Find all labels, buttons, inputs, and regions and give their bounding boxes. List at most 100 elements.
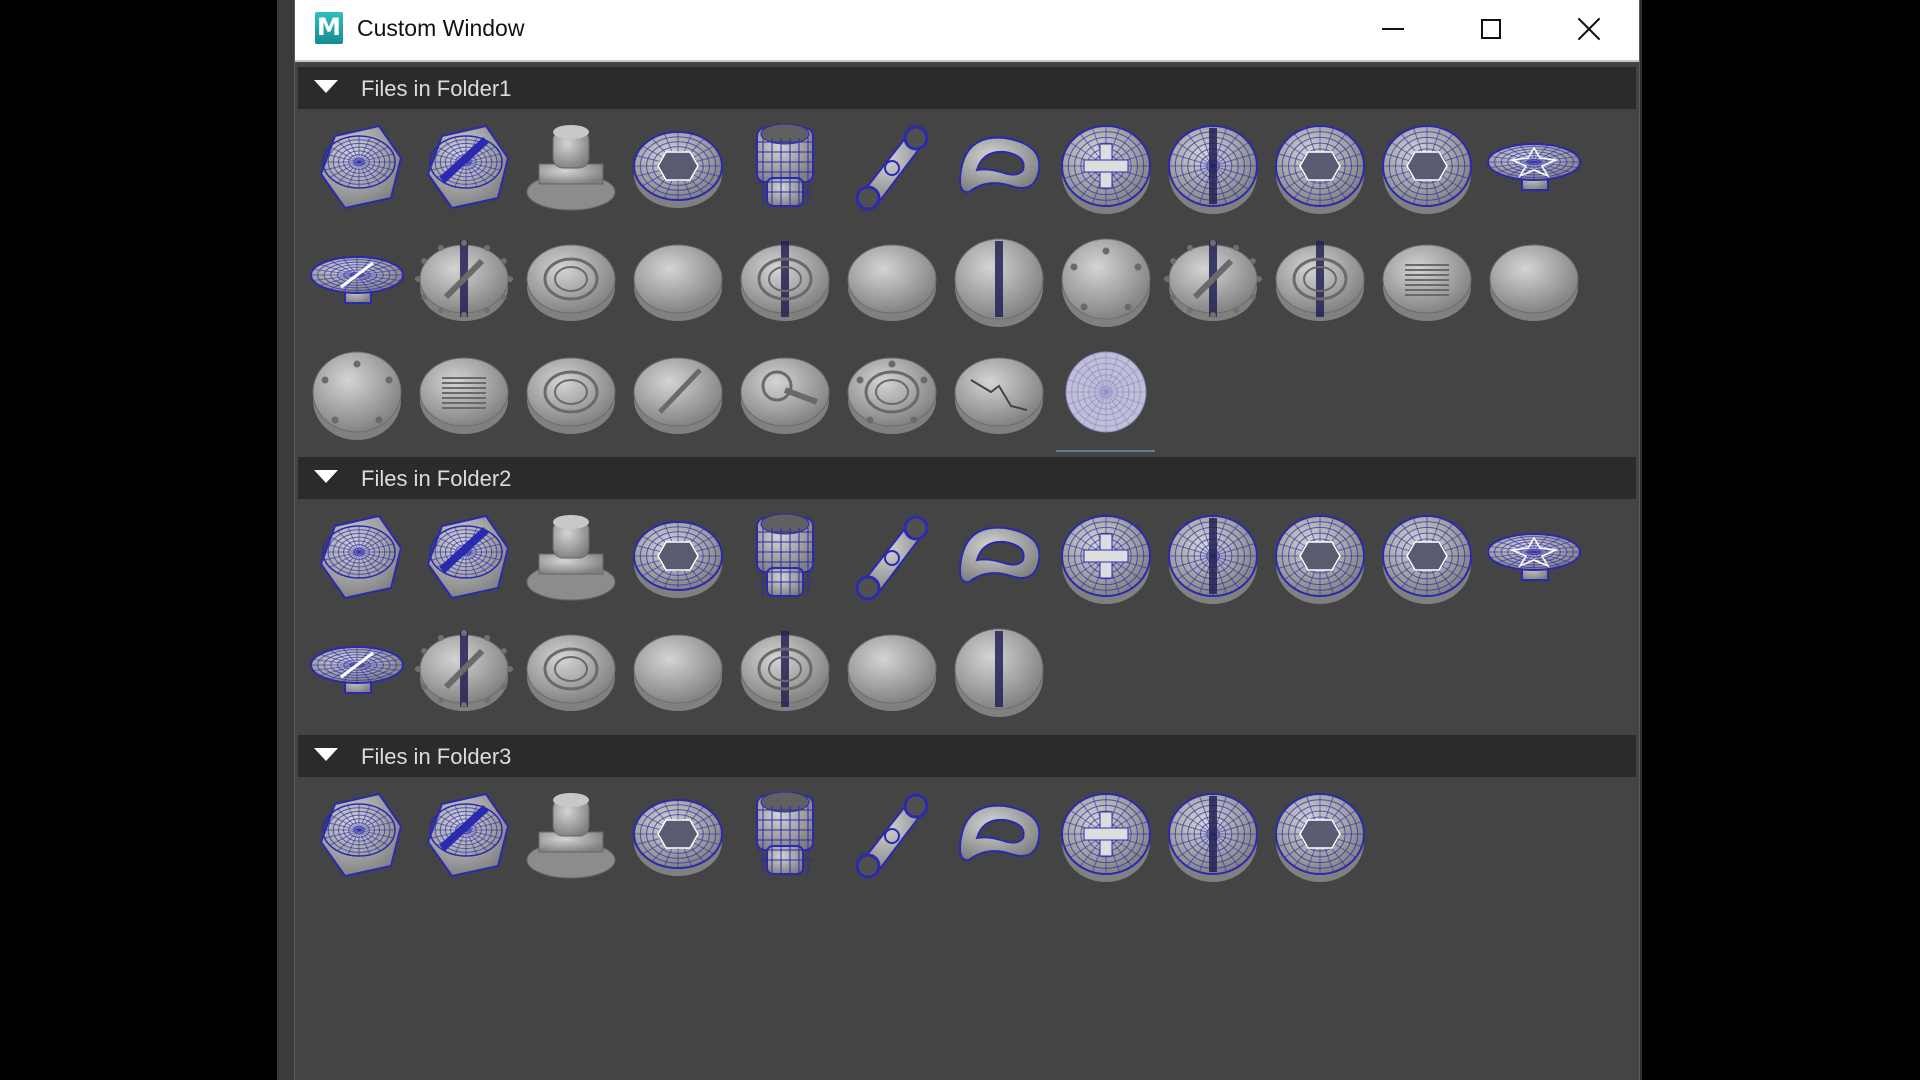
slot-dome-cap-icon (954, 628, 1043, 717)
flat-plug-cap-icon (1489, 244, 1578, 321)
thumbnail-hex-dome-wire[interactable] (1266, 777, 1373, 890)
thumbnail-smooth-disc-cap[interactable] (838, 222, 945, 335)
thumbnail-hex-socket-dome-wire[interactable] (1373, 499, 1480, 612)
hex-socket-cap-wire-icon (632, 130, 723, 208)
folder2-header[interactable]: Files in Folder2 (298, 457, 1636, 499)
thumbnail-ring-loop-wire[interactable] (945, 499, 1052, 612)
thumbnail-ornate-ring-cap[interactable] (517, 335, 624, 448)
thumbnail-cracked-cap[interactable] (945, 335, 1052, 448)
ornate-ring-cap-icon (526, 357, 615, 434)
thumbnail-wire-sphere[interactable] (1052, 335, 1159, 452)
thumbnail-knurled-slotted-cap[interactable] (410, 612, 517, 725)
thumbnail-hex-dome-wire[interactable] (1266, 109, 1373, 222)
maximize-button[interactable] (1443, 0, 1539, 58)
vented-cap-icon (1382, 244, 1471, 321)
close-button[interactable] (1541, 0, 1637, 58)
thumbnail-ring-loop-wire[interactable] (945, 109, 1052, 222)
hex-socket-cap-wire-icon (632, 798, 723, 876)
thumbnail-ribbed-flat-cap[interactable] (410, 335, 517, 448)
thumbnail-slotted-hex-bolt-wire[interactable] (410, 109, 517, 222)
thumbnail-slotted-flat-screw-wire[interactable] (303, 612, 410, 725)
thumbnail-hinge-link-wire[interactable] (838, 777, 945, 890)
thumbnail-ring-slot-cap[interactable] (1266, 222, 1373, 335)
collapse-triangle-icon[interactable] (314, 80, 338, 93)
folder3-header[interactable]: Files in Folder3 (298, 735, 1636, 777)
folder2-grid (303, 499, 1587, 725)
thumbnail-smooth-disc-cap[interactable] (838, 612, 945, 725)
thumbnail-phillips-dome-wire[interactable] (1052, 499, 1159, 612)
thumbnail-hex-bolt-wire[interactable] (303, 499, 410, 612)
cap-nut-icon (526, 792, 615, 878)
thumbnail-ringed-slot-cap[interactable] (731, 612, 838, 725)
thumbnail-hex-socket-dome-wire[interactable] (1373, 109, 1480, 222)
folder3-label: Files in Folder3 (361, 744, 512, 769)
bolted-ring-cap-icon (526, 634, 615, 711)
background-viewport-strip (277, 0, 294, 1080)
thumbnail-slotted-hex-bolt-wire[interactable] (410, 499, 517, 612)
thumbnail-vented-cap[interactable] (1373, 222, 1480, 335)
collapse-triangle-icon[interactable] (314, 470, 338, 483)
thumbnail-slotted-dome-wire[interactable] (1159, 109, 1266, 222)
hex-bolt-wire-icon (319, 124, 402, 209)
folder1-label: Files in Folder1 (361, 76, 512, 101)
thumbnail-phillips-dome-wire[interactable] (1052, 109, 1159, 222)
thumbnail-hex-socket-cap-wire[interactable] (624, 777, 731, 890)
thumbnail-grooved-cap[interactable] (624, 335, 731, 448)
hinge-link-wire-icon (855, 125, 928, 210)
thumbnail-hex-socket-cap-wire[interactable] (624, 499, 731, 612)
thumbnail-slot-dome-cap[interactable] (945, 612, 1052, 725)
thumbnail-plain-disc-cap[interactable] (624, 222, 731, 335)
maya-app-icon: M (315, 12, 343, 44)
socket-wire-icon (755, 513, 814, 597)
close-icon (1577, 17, 1601, 41)
folder1-header[interactable]: Files in Folder1 (298, 67, 1636, 109)
thumbnail-knurled-slotted-cap[interactable] (410, 222, 517, 335)
thumbnail-riveted-dome-cap[interactable] (303, 335, 410, 448)
folder1-grid (303, 109, 1587, 452)
title-bar[interactable]: M Custom Window (295, 0, 1639, 62)
thumbnail-pinned-dome-cap[interactable] (1052, 222, 1159, 335)
pinned-dome-cap-icon (1061, 238, 1150, 327)
hex-bolt-wire-icon (319, 514, 402, 599)
thumbnail-slot-dome-cap[interactable] (945, 222, 1052, 335)
star-flat-screw-wire-icon (1486, 142, 1581, 191)
thumbnail-ringed-slot-cap[interactable] (731, 222, 838, 335)
minimize-button[interactable] (1345, 0, 1441, 58)
thumbnail-slotted-dome-wire[interactable] (1159, 777, 1266, 890)
hex-dome-wire-icon (1274, 124, 1365, 214)
thumbnail-bolted-disc-cap[interactable] (838, 335, 945, 448)
thumbnail-hex-dome-wire[interactable] (1266, 499, 1373, 612)
thumbnail-star-flat-screw-wire[interactable] (1480, 499, 1587, 612)
thumbnail-keyhole-cap[interactable] (731, 335, 838, 448)
thumbnail-hex-bolt-wire[interactable] (303, 777, 410, 890)
hex-dome-wire-icon (1274, 514, 1365, 604)
thumbnail-plain-disc-cap[interactable] (624, 612, 731, 725)
slotted-dome-wire-icon (1167, 792, 1258, 882)
thumbnail-socket-wire[interactable] (731, 777, 838, 890)
thumbnail-star-flat-screw-wire[interactable] (1480, 109, 1587, 222)
thumbnail-slotted-hex-bolt-wire[interactable] (410, 777, 517, 890)
thumbnail-gear-slotted-cap[interactable] (1159, 222, 1266, 335)
thumbnail-slotted-flat-screw-wire[interactable] (303, 222, 410, 335)
collapse-triangle-icon[interactable] (314, 748, 338, 761)
thumbnail-socket-wire[interactable] (731, 499, 838, 612)
thumbnail-socket-wire[interactable] (731, 109, 838, 222)
window-title: Custom Window (357, 15, 525, 41)
phillips-dome-wire-icon (1060, 124, 1151, 214)
hex-socket-cap-wire-icon (632, 520, 723, 598)
thumbnail-cap-nut[interactable] (517, 499, 624, 612)
thumbnail-slotted-dome-wire[interactable] (1159, 499, 1266, 612)
thumbnail-hex-bolt-wire[interactable] (303, 109, 410, 222)
thumbnail-ring-loop-wire[interactable] (945, 777, 1052, 890)
thumbnail-hinge-link-wire[interactable] (838, 499, 945, 612)
thumbnail-cap-nut[interactable] (517, 777, 624, 890)
keyhole-cap-icon (740, 357, 829, 434)
thumbnail-cap-nut[interactable] (517, 109, 624, 222)
hex-socket-dome-wire-icon (1381, 514, 1472, 604)
thumbnail-phillips-dome-wire[interactable] (1052, 777, 1159, 890)
thumbnail-bolted-ring-cap[interactable] (517, 612, 624, 725)
thumbnail-hinge-link-wire[interactable] (838, 109, 945, 222)
thumbnail-hex-socket-cap-wire[interactable] (624, 109, 731, 222)
thumbnail-bolted-ring-cap[interactable] (517, 222, 624, 335)
thumbnail-flat-plug-cap[interactable] (1480, 222, 1587, 335)
